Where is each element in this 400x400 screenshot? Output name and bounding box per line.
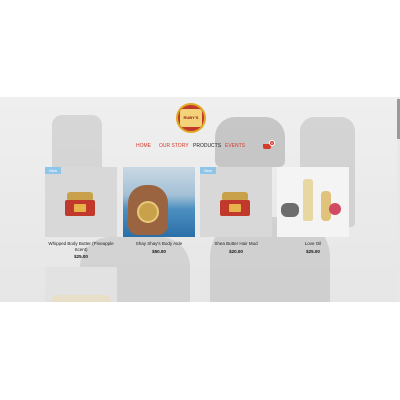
jar-label: [74, 204, 86, 212]
nav-home[interactable]: HOME: [136, 143, 151, 149]
product-image[interactable]: New: [200, 167, 272, 237]
product-price: $20.00: [229, 248, 243, 254]
product-price: $25.00: [74, 254, 88, 259]
product-name[interactable]: Whipped Body Butter (Pineapple Scent): [45, 241, 117, 252]
product-image[interactable]: [277, 167, 349, 237]
cart-button[interactable]: 0: [263, 140, 275, 150]
product-price: $25.00: [306, 248, 320, 254]
tin-image: [137, 201, 159, 223]
nav-events[interactable]: EVENTS: [225, 143, 245, 149]
nav-products[interactable]: PRODUCTS: [193, 143, 221, 149]
site-logo[interactable]: RUBY'S: [176, 103, 206, 133]
blank-area-bottom: [0, 302, 400, 400]
hand-image: [128, 185, 168, 235]
stones-image: [281, 203, 299, 217]
product-card-body-aide[interactable]: Shay Shay's Body Aide $50.00: [123, 167, 195, 254]
product-name[interactable]: Love Oil: [277, 241, 349, 247]
ruby-logo-icon: RUBY'S: [180, 109, 202, 127]
jar-lid: [67, 192, 93, 200]
blank-area-top: [0, 0, 400, 97]
jar-lid: [222, 192, 248, 200]
cart-count-badge: 0: [269, 140, 275, 146]
product-image[interactable]: [45, 267, 117, 302]
product-image[interactable]: [123, 167, 195, 237]
product-card-partial[interactable]: [45, 267, 117, 302]
jar-image: [220, 192, 250, 216]
product-card-love-oil[interactable]: Love Oil $25.00: [277, 167, 349, 254]
nav-our-story[interactable]: OUR STORY: [159, 143, 189, 149]
product-price: $50.00: [152, 248, 166, 254]
rose-image: [329, 203, 341, 215]
new-badge: New: [45, 167, 62, 174]
main-nav: HOME OUR STORY PRODUCTS EVENTS 0: [0, 140, 400, 153]
product-image[interactable]: New: [45, 167, 117, 237]
product-name[interactable]: Shea Butter Hair Mud: [200, 241, 272, 247]
website-viewport: RUBY'S HOME OUR STORY PRODUCTS EVENTS 0 …: [0, 97, 400, 302]
product-card-whipped-body-butter[interactable]: New Whipped Body Butter (Pineapple Scent…: [45, 167, 117, 259]
jar-image: [65, 192, 95, 216]
new-badge: New: [200, 167, 217, 174]
product-photo: [51, 295, 111, 302]
product-card-hair-mud[interactable]: New Shea Butter Hair Mud $20.00: [200, 167, 272, 254]
oil-bottle-image: [303, 179, 313, 221]
product-name[interactable]: Shay Shay's Body Aide: [123, 241, 195, 247]
jar-label: [229, 204, 241, 212]
